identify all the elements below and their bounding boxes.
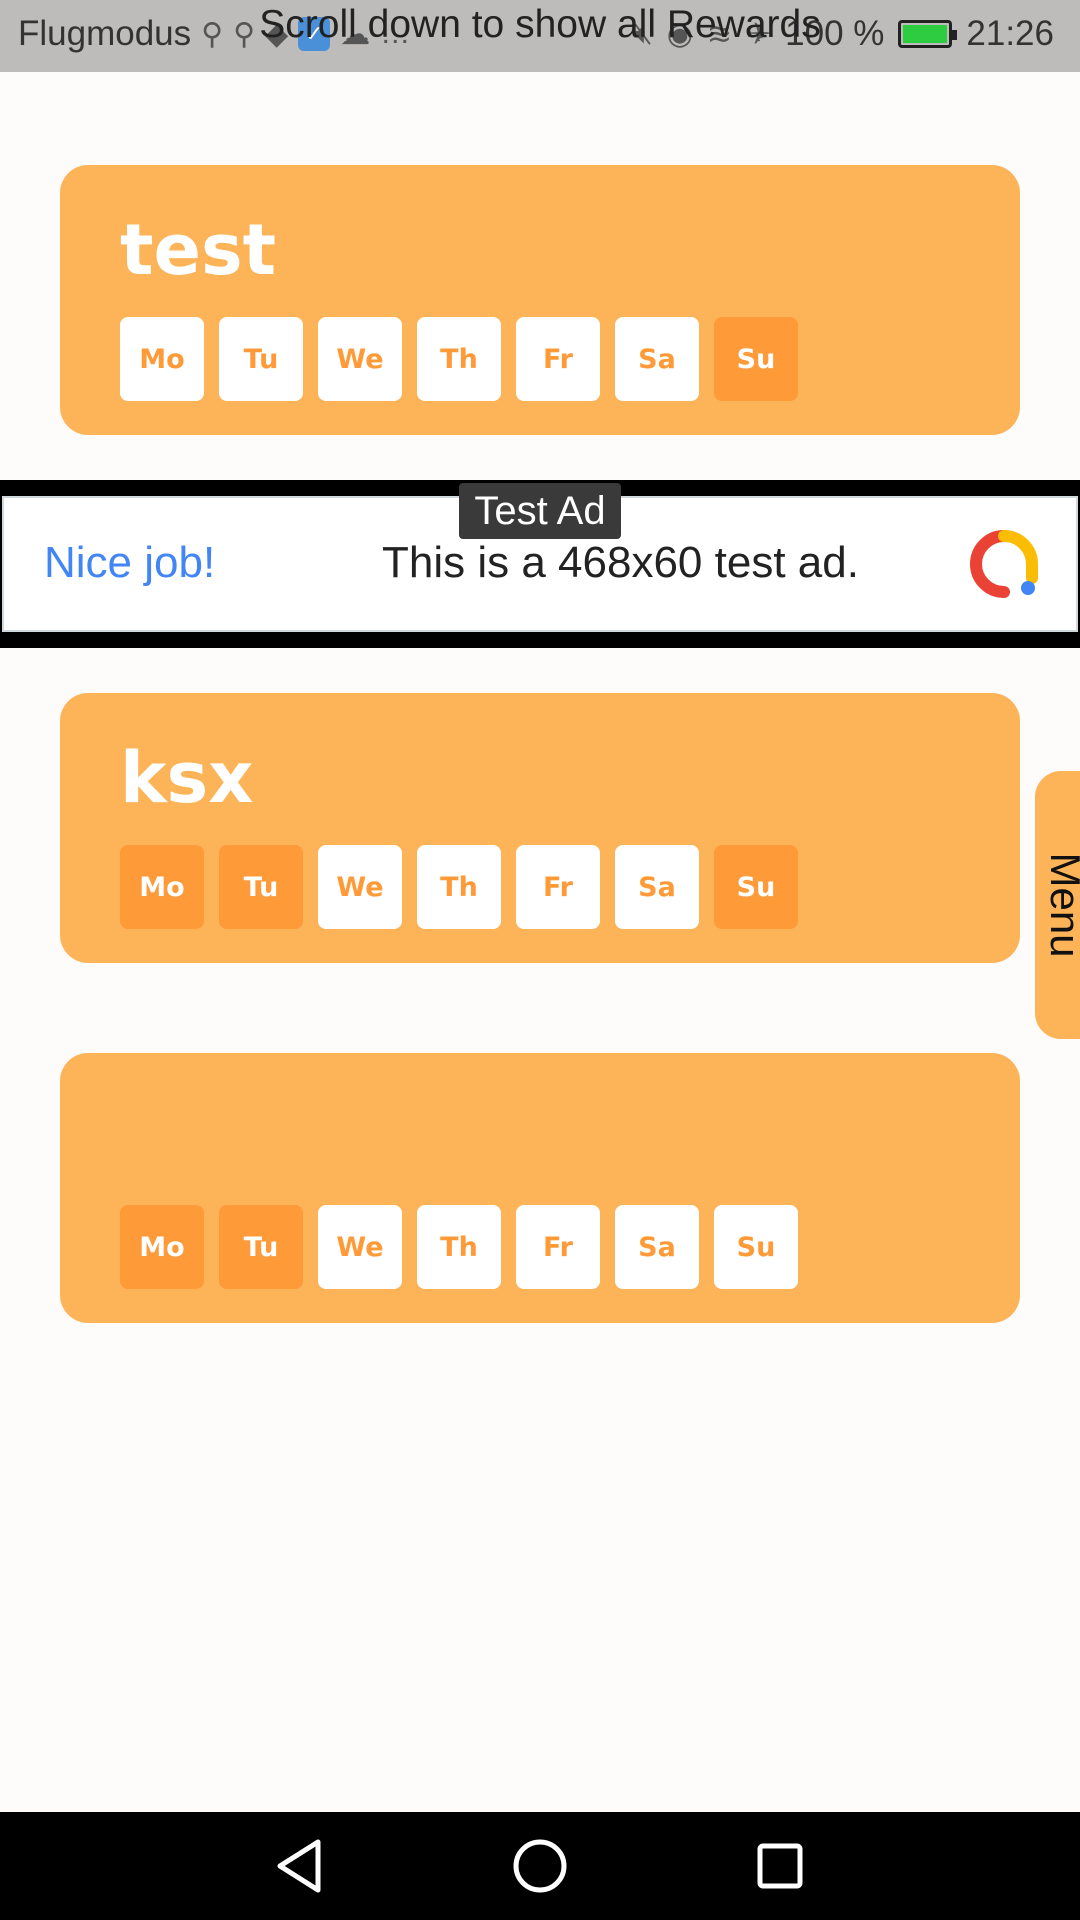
reward-card[interactable]: test Mo Tu We Th Fr Sa Su: [60, 165, 1020, 435]
day-fr[interactable]: Fr: [516, 1205, 600, 1289]
home-icon[interactable]: [508, 1834, 572, 1898]
test-ad-badge: Test Ad: [459, 483, 621, 539]
back-icon[interactable]: [268, 1834, 332, 1898]
day-mo[interactable]: Mo: [120, 845, 204, 929]
day-we[interactable]: We: [318, 317, 402, 401]
day-th[interactable]: Th: [417, 317, 501, 401]
day-we[interactable]: We: [318, 845, 402, 929]
day-selector: Mo Tu We Th Fr Sa Su: [120, 317, 798, 401]
status-bar: Flugmodus ⚲ ⚲ ◆ ✓ ☁ … 🔇︎ ◉ ≋ ✈ 100 % 21:…: [0, 0, 1080, 72]
day-fr[interactable]: Fr: [516, 317, 600, 401]
day-mo[interactable]: Mo: [120, 317, 204, 401]
recents-icon[interactable]: [748, 1834, 812, 1898]
menu-tab[interactable]: Menu: [1035, 771, 1080, 1039]
day-su[interactable]: Su: [714, 317, 798, 401]
day-sa[interactable]: Sa: [615, 1205, 699, 1289]
ad-text: This is a 468x60 test ad.: [382, 538, 859, 587]
ad-headline: Nice job!: [44, 538, 216, 587]
reward-title: ksx: [120, 737, 254, 819]
day-sa[interactable]: Sa: [615, 845, 699, 929]
day-fr[interactable]: Fr: [516, 845, 600, 929]
day-selector: Mo Tu We Th Fr Sa Su: [120, 1205, 798, 1289]
day-su[interactable]: Su: [714, 1205, 798, 1289]
day-th[interactable]: Th: [417, 845, 501, 929]
navigation-bar: [0, 1812, 1080, 1920]
day-tu[interactable]: Tu: [219, 317, 303, 401]
scroll-hint: Scroll down to show all Rewards: [259, 3, 821, 46]
reward-card[interactable]: ksx Mo Tu We Th Fr Sa Su: [60, 693, 1020, 963]
day-su[interactable]: Su: [714, 845, 798, 929]
ad-logo-icon: [970, 530, 1038, 598]
day-mo[interactable]: Mo: [120, 1205, 204, 1289]
day-selector: Mo Tu We Th Fr Sa Su: [120, 845, 798, 929]
day-sa[interactable]: Sa: [615, 317, 699, 401]
reward-card[interactable]: Mo Tu We Th Fr Sa Su: [60, 1053, 1020, 1323]
day-we[interactable]: We: [318, 1205, 402, 1289]
day-tu[interactable]: Tu: [219, 1205, 303, 1289]
day-th[interactable]: Th: [417, 1205, 501, 1289]
reward-title: test: [120, 209, 277, 291]
day-tu[interactable]: Tu: [219, 845, 303, 929]
menu-label: Menu: [1042, 852, 1080, 958]
